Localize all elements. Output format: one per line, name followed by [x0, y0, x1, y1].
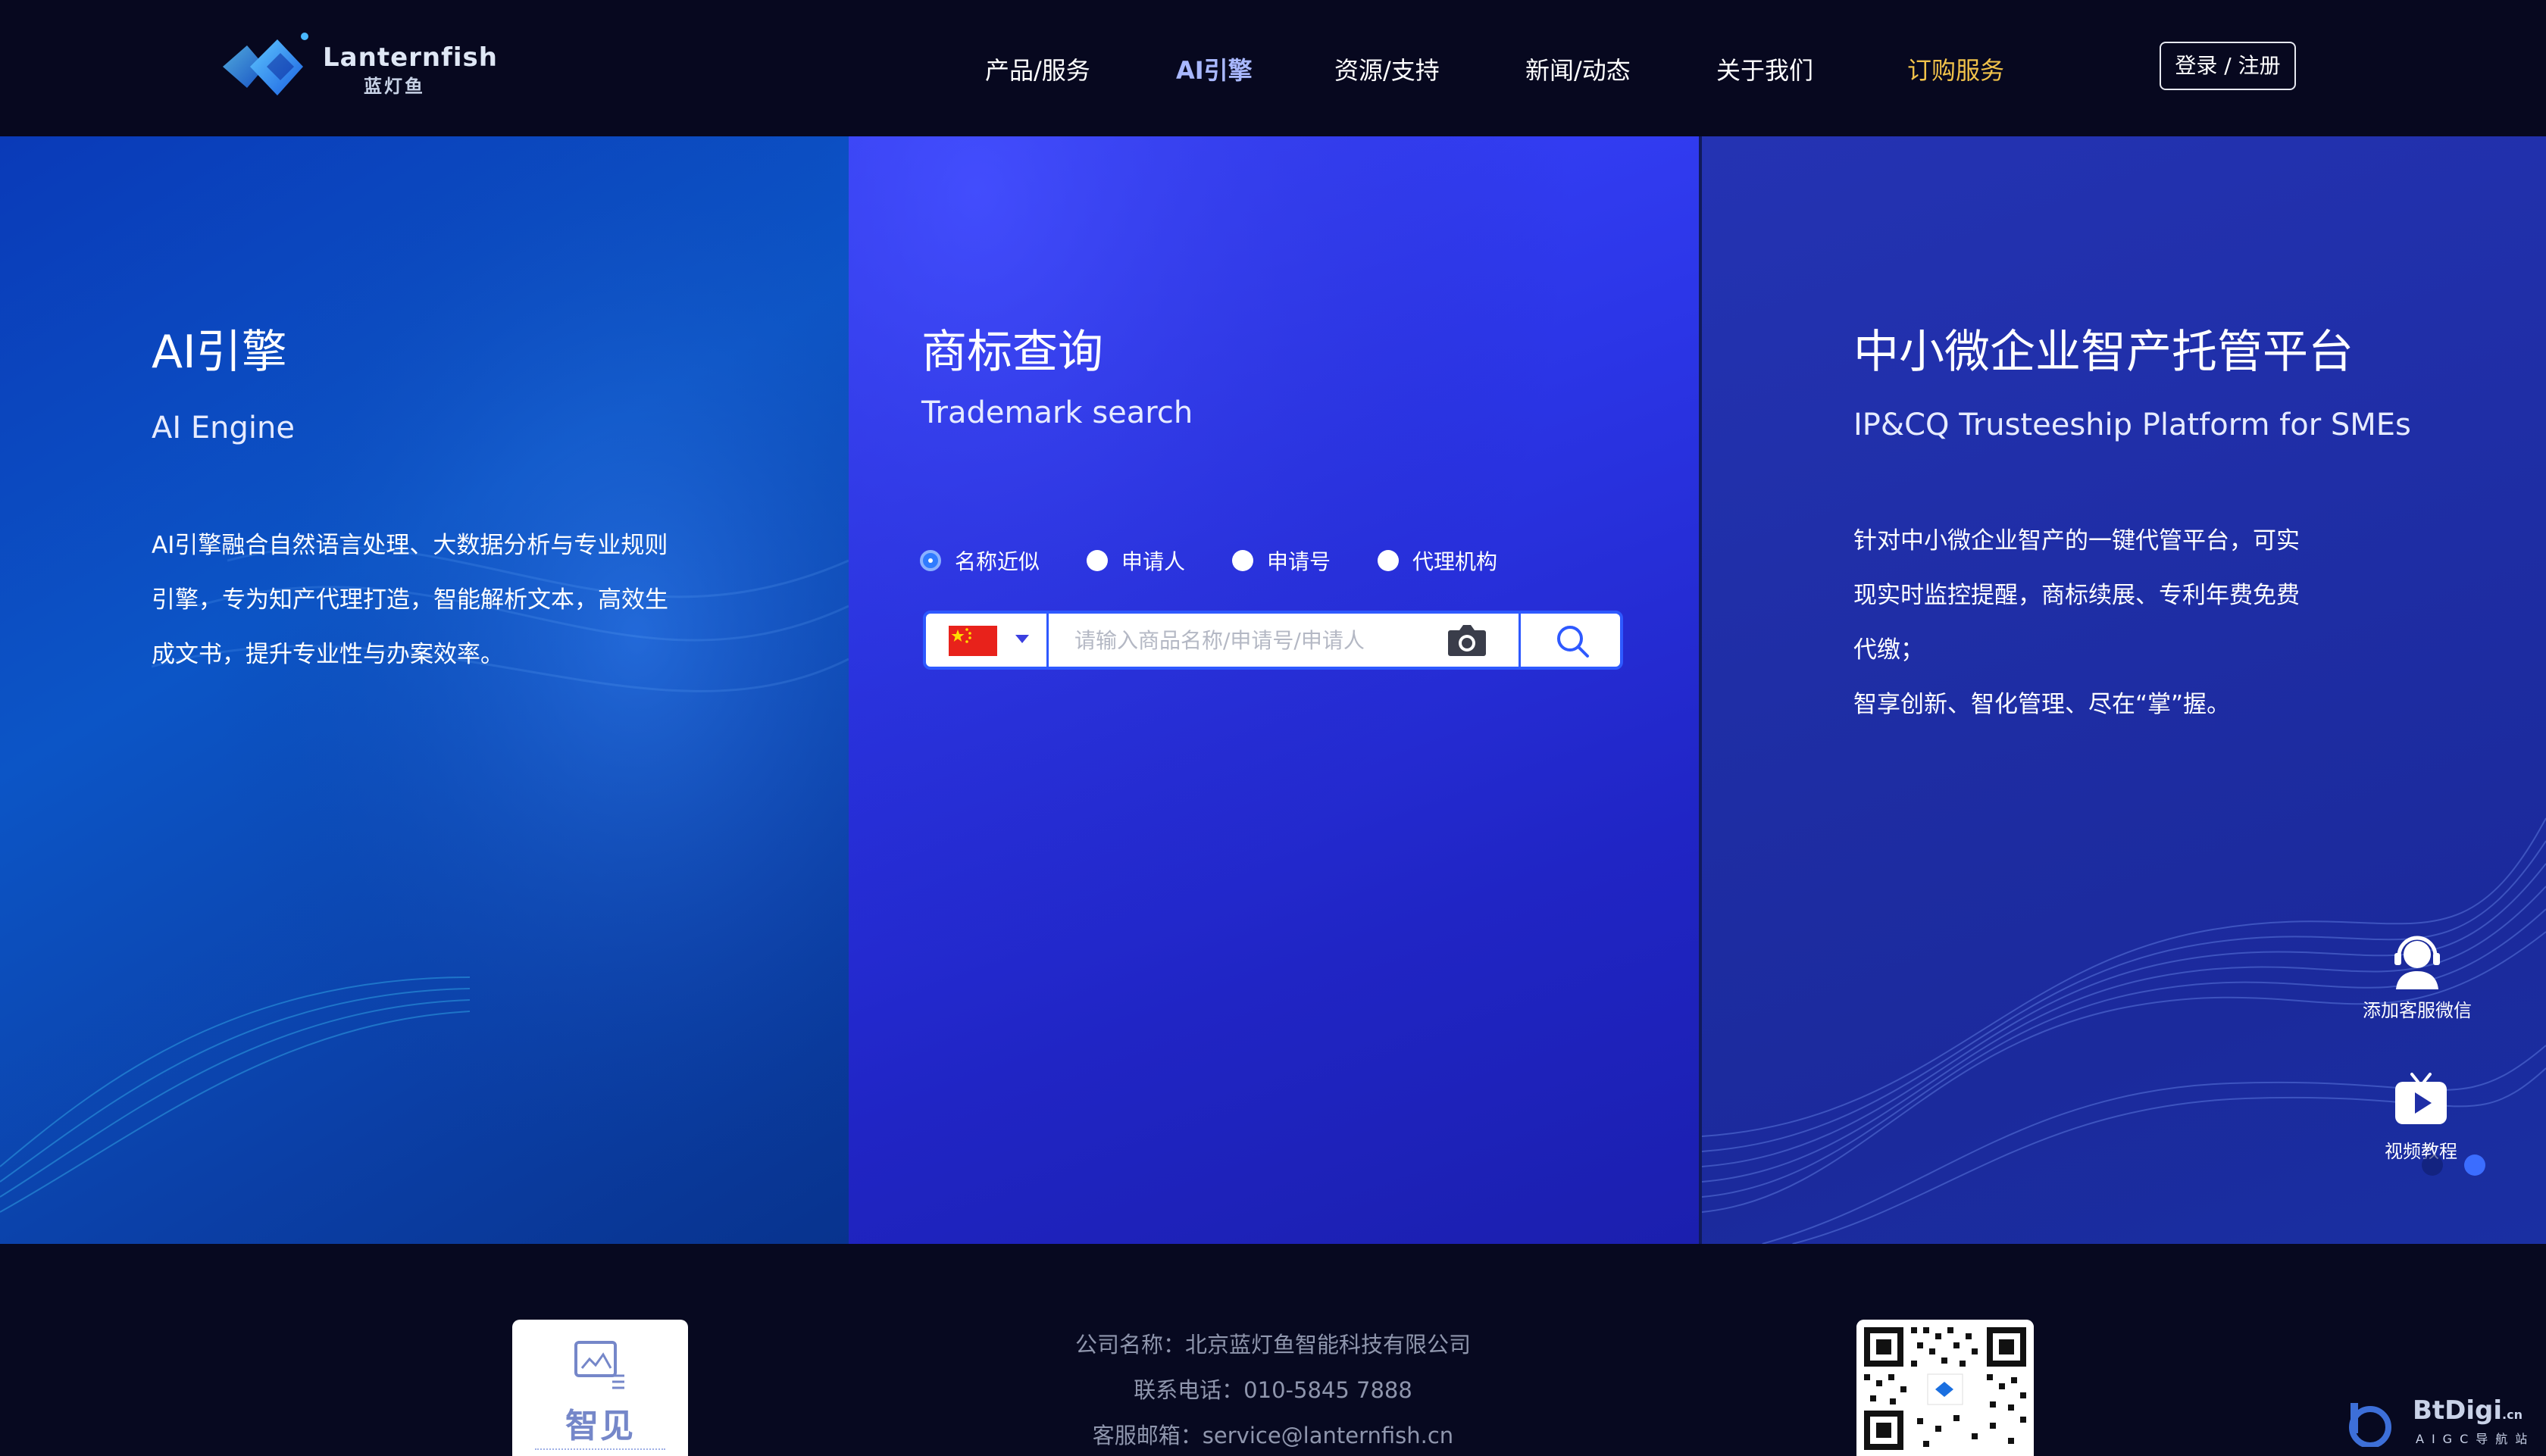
ai-engine-panel[interactable]: AI引擎 AI Engine AI引擎融合自然语言处理、大数据分析与专业规则 引…	[0, 136, 849, 1244]
carousel-dot[interactable]	[2422, 1154, 2443, 1176]
video-tutorial-icon	[2395, 1073, 2447, 1124]
radio-application-number[interactable]: 申请号	[1232, 545, 1331, 576]
qr-code-icon	[1856, 1320, 2034, 1456]
nav-news[interactable]: 新闻/动态	[1525, 52, 1631, 86]
china-flag-icon	[949, 626, 997, 656]
decorative-waves	[0, 136, 849, 1244]
divider	[535, 1448, 665, 1451]
ai-engine-title: AI引擎	[152, 326, 287, 379]
radio-icon	[1378, 550, 1399, 571]
desc-line: 成文书，提升专业性与办案效率。	[152, 641, 504, 668]
watermark-text: BtDigi.cn	[2413, 1395, 2523, 1426]
top-header: Lanternfish 蓝灯鱼 产品/服务 AI引擎 资源/支持 新闻/动态 关…	[0, 0, 2546, 136]
zhijian-app-card[interactable]: 智见	[512, 1320, 688, 1456]
wechat-qr-code	[1856, 1320, 2034, 1456]
add-customer-wechat-button[interactable]: 添加客服微信	[2354, 929, 2481, 1022]
chevron-down-icon	[1015, 635, 1029, 643]
desc-line: 代缴；	[1853, 636, 1924, 664]
sme-platform-subtitle: IP&CQ Trusteeship Platform for SMEs	[1853, 408, 2411, 442]
trademark-search-subtitle: Trademark search	[921, 395, 1193, 430]
lanternfish-logo-icon	[223, 33, 308, 95]
carousel-dot-active[interactable]	[2464, 1154, 2485, 1176]
hero-section: AI引擎 AI Engine AI引擎融合自然语言处理、大数据分析与专业规则 引…	[0, 136, 2546, 1244]
country-select[interactable]	[926, 614, 1049, 667]
radio-icon	[1087, 550, 1108, 571]
company-name: 公司名称：北京蓝灯鱼智能科技有限公司	[1074, 1332, 1471, 1358]
desc-line: 针对中小微企业智产的一键代管平台，可实	[1853, 527, 2300, 555]
lanternfish-logo[interactable]: Lanternfish 蓝灯鱼	[220, 29, 497, 105]
trademark-search-bar	[923, 611, 1623, 670]
sme-platform-description: 针对中小微企业智产的一键代管平台，可实 现实时监控提醒，商标续展、专利年费免费 …	[1853, 514, 2505, 732]
btdigi-watermark: BtDigi.cn AIGC导航站	[2346, 1395, 2535, 1448]
desc-line: AI引擎融合自然语言处理、大数据分析与专业规则	[152, 532, 668, 559]
zhijian-label: 智见	[565, 1407, 635, 1445]
trademark-search-input[interactable]	[1053, 614, 1417, 667]
sme-platform-title: 中小微企业智产托管平台	[1853, 326, 2354, 379]
trademark-search-title: 商标查询	[921, 326, 1103, 379]
watermark-subtext: AIGC导航站	[2416, 1432, 2535, 1446]
contact-phone: 联系电话：010-5845 7888	[1134, 1377, 1412, 1403]
search-button[interactable]	[1519, 614, 1620, 667]
login-register-button[interactable]: 登录 / 注册	[2160, 42, 2296, 90]
radio-icon	[1232, 550, 1253, 571]
nav-order-service[interactable]: 订购服务	[1907, 52, 2004, 86]
logo-subtext: 蓝灯鱼	[364, 76, 425, 97]
customer-service-icon	[2394, 936, 2440, 989]
radio-name-similar[interactable]: 名称近似	[920, 545, 1040, 576]
radio-selected-icon	[920, 550, 941, 571]
decorative-glow	[849, 136, 1699, 1244]
nav-products-services[interactable]: 产品/服务	[985, 52, 1090, 86]
desc-line: 现实时监控提醒，商标续展、专利年费免费	[1853, 582, 2300, 609]
logo-text: Lanternfish	[323, 42, 498, 73]
ai-engine-subtitle: AI Engine	[152, 411, 295, 445]
radio-agency[interactable]: 代理机构	[1378, 545, 1497, 576]
camera-icon[interactable]	[1446, 621, 1488, 659]
video-tutorial-button[interactable]: 视频教程	[2372, 1070, 2470, 1163]
page-footer: 智见 公司名称：北京蓝灯鱼智能科技有限公司 联系电话：010-5845 7888…	[0, 1244, 2546, 1456]
radio-applicant[interactable]: 申请人	[1087, 545, 1185, 576]
btdigi-logo-icon	[2349, 1403, 2391, 1447]
search-icon	[1557, 626, 1589, 658]
contact-email[interactable]: 客服邮箱：service@lanternfish.cn	[985, 1418, 1561, 1450]
desc-line: 智享创新、智化管理、尽在“掌”握。	[1853, 691, 2231, 718]
nav-ai-engine[interactable]: AI引擎	[1176, 52, 1253, 86]
trademark-search-panel: 商标查询 Trademark search	[849, 136, 1699, 1244]
ai-engine-description: AI引擎融合自然语言处理、大数据分析与专业规则 引擎，专为知产代理打造，智能解析…	[152, 518, 818, 682]
desc-line: 引擎，专为知产代理打造，智能解析文本，高效生	[152, 586, 668, 614]
nav-about-us[interactable]: 关于我们	[1716, 52, 1813, 86]
zhijian-logo-icon	[574, 1341, 624, 1389]
nav-resources-support[interactable]: 资源/支持	[1334, 52, 1440, 86]
